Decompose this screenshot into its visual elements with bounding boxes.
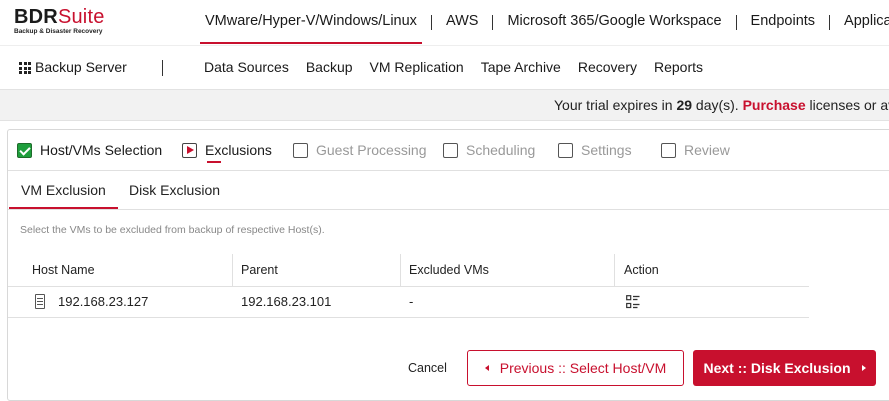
- grid-icon[interactable]: [19, 62, 31, 74]
- exclusion-table: Host Name Parent Excluded VMs Action 192…: [8, 254, 809, 318]
- trial-message: Your trial expires in 29 day(s). Purchas…: [554, 97, 889, 113]
- checkbox-empty-icon: [293, 142, 308, 158]
- cancel-button[interactable]: Cancel: [408, 361, 447, 375]
- checklist-icon[interactable]: [626, 295, 640, 309]
- arrow-left-icon: [484, 365, 489, 371]
- column-divider: [614, 254, 615, 286]
- nav-divider: [430, 14, 432, 30]
- column-divider: [400, 254, 401, 286]
- column-divider: [232, 254, 233, 286]
- step-label: Host/VMs Selection: [40, 142, 163, 158]
- top-bar: BDRSuite Backup & Disaster Recovery VMwa…: [0, 0, 889, 44]
- checkbox-checked-icon: [17, 142, 32, 158]
- nav-vmware-hyperv-windows-linux[interactable]: VMware/Hyper-V/Windows/Linux: [200, 0, 422, 44]
- subnav-tape-archive[interactable]: Tape Archive: [481, 59, 561, 75]
- checkbox-empty-icon: [558, 142, 573, 158]
- backup-server-menu[interactable]: Backup Server: [35, 59, 127, 75]
- col-action: Action: [624, 263, 659, 277]
- nav-microsoft365-google-workspace[interactable]: Microsoft 365/Google Workspace: [502, 0, 726, 44]
- nav-aws[interactable]: AWS: [441, 0, 484, 44]
- table-row[interactable]: 192.168.23.127 192.168.23.101 -: [8, 287, 809, 318]
- purchase-link[interactable]: Purchase: [743, 97, 806, 113]
- step-label: Guest Processing: [316, 142, 427, 158]
- module-nav: Data Sources Backup VM Replication Tape …: [204, 59, 720, 75]
- col-excluded-vms: Excluded VMs: [409, 263, 489, 277]
- subnav-recovery[interactable]: Recovery: [578, 59, 637, 75]
- col-host-name: Host Name: [32, 263, 95, 277]
- wizard-steps: Host/VMs Selection Exclusions Guest Proc…: [8, 130, 889, 171]
- exclusion-tabs: VM Exclusion Disk Exclusion: [8, 171, 889, 210]
- backup-wizard-card: Host/VMs Selection Exclusions Guest Proc…: [7, 129, 889, 401]
- logo-bdr: BDR: [14, 6, 58, 28]
- bdrsuite-logo[interactable]: BDRSuite Backup & Disaster Recovery: [14, 7, 105, 35]
- logo-wordmark: BDRSuite: [14, 7, 105, 27]
- trial-banner: Your trial expires in 29 day(s). Purchas…: [0, 89, 889, 121]
- trial-days: 29: [676, 97, 693, 113]
- step-scheduling[interactable]: Scheduling: [443, 140, 535, 160]
- nav-divider: [492, 14, 494, 30]
- cell-host: 192.168.23.127: [58, 294, 149, 309]
- next-button[interactable]: Next :: Disk Exclusion: [693, 350, 876, 386]
- exclusion-hint: Select the VMs to be excluded from backu…: [20, 224, 325, 236]
- step-review[interactable]: Review: [661, 140, 730, 160]
- current-step-indicator: [207, 161, 221, 163]
- subnav-backup[interactable]: Backup: [306, 59, 353, 75]
- step-label: Review: [684, 142, 730, 158]
- step-label: Scheduling: [466, 142, 536, 158]
- next-button-label: Next :: Disk Exclusion: [703, 360, 851, 376]
- checkbox-empty-icon: [661, 142, 676, 158]
- nav-endpoints[interactable]: Endpoints: [746, 0, 821, 44]
- subnav-reports[interactable]: Reports: [654, 59, 703, 75]
- table-header: Host Name Parent Excluded VMs Action: [8, 254, 809, 287]
- col-parent: Parent: [241, 263, 278, 277]
- tab-vm-exclusion[interactable]: VM Exclusion: [9, 182, 118, 209]
- play-icon: [182, 142, 197, 158]
- previous-button-label: Previous :: Select Host/VM: [499, 360, 667, 376]
- server-icon: [35, 294, 45, 309]
- logo-tagline: Backup & Disaster Recovery: [14, 28, 103, 35]
- product-nav: VMware/Hyper-V/Windows/Linux AWS Microso…: [200, 0, 889, 44]
- step-guest-processing[interactable]: Guest Processing: [293, 140, 427, 160]
- step-exclusions[interactable]: Exclusions: [182, 140, 272, 163]
- trial-prefix: Your trial expires in: [554, 97, 677, 113]
- tab-disk-exclusion[interactable]: Disk Exclusion: [129, 182, 220, 198]
- previous-button[interactable]: Previous :: Select Host/VM: [467, 350, 684, 386]
- subnav-data-sources[interactable]: Data Sources: [204, 59, 289, 75]
- cell-excluded-vms: -: [409, 294, 414, 309]
- nav-divider: [829, 14, 831, 30]
- subnav-divider: [162, 60, 163, 76]
- subnav-vm-replication[interactable]: VM Replication: [370, 59, 464, 75]
- trial-suffix: licenses or avail: [809, 97, 889, 113]
- step-settings[interactable]: Settings: [558, 140, 632, 160]
- step-label: Exclusions: [205, 142, 272, 158]
- nav-applications[interactable]: Applications: [839, 0, 889, 44]
- cell-parent: 192.168.23.101: [241, 294, 332, 309]
- nav-divider: [735, 14, 737, 30]
- module-nav-bar: Backup Server Data Sources Backup VM Rep…: [0, 45, 889, 90]
- step-label: Settings: [581, 142, 632, 158]
- arrow-right-icon: [861, 365, 866, 371]
- step-host-vms-selection[interactable]: Host/VMs Selection: [17, 140, 162, 160]
- trial-middle: day(s).: [692, 97, 743, 113]
- checkbox-empty-icon: [443, 142, 458, 158]
- logo-suite: Suite: [57, 6, 105, 28]
